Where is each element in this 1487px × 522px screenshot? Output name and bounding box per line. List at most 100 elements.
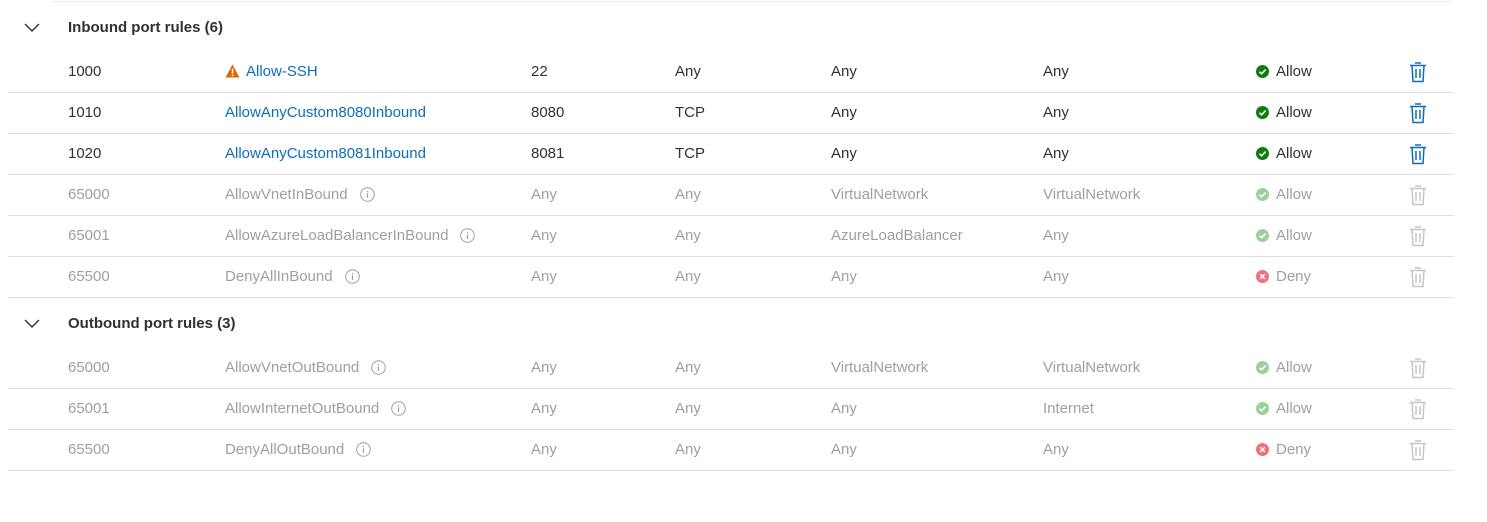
rule-port: 22	[531, 63, 548, 80]
rule-port: Any	[531, 186, 557, 203]
rule-row[interactable]: 1000 Allow-SSH 22 Any Any Any Allow	[8, 52, 1454, 93]
rule-name-cell: DenyAllOutBound	[225, 430, 372, 470]
rule-port: 8081	[531, 145, 565, 162]
rule-port: Any	[531, 227, 557, 244]
rule-action-label: Allow	[1276, 104, 1312, 121]
rule-source: AzureLoadBalancer	[831, 227, 963, 244]
delete-button	[1408, 257, 1428, 304]
rule-name-cell: AllowAzureLoadBalancerInBound	[225, 216, 476, 256]
rule-name-link: AllowAzureLoadBalancerInBound	[225, 227, 449, 244]
chevron-down-icon[interactable]	[22, 314, 42, 334]
trash-icon	[1408, 223, 1428, 247]
rule-source: Any	[831, 268, 857, 285]
rule-priority: 65000	[68, 186, 110, 203]
delete-button	[1408, 216, 1428, 263]
rule-destination: VirtualNetwork	[1043, 186, 1141, 203]
rule-name-cell[interactable]: AllowAnyCustom8080Inbound	[225, 93, 426, 133]
trash-icon[interactable]	[1408, 141, 1428, 165]
rule-port: 8080	[531, 104, 565, 121]
rule-name-link: AllowVnetOutBound	[225, 359, 360, 376]
rule-action: Allow	[1256, 134, 1312, 174]
rule-protocol: Any	[675, 227, 701, 244]
rule-action-label: Deny	[1276, 441, 1312, 458]
rule-protocol: Any	[675, 359, 701, 376]
rule-row: 65500 DenyAllOutBound Any Any Any Any Deny	[8, 430, 1454, 471]
rule-name-link[interactable]: AllowAnyCustom8081Inbound	[225, 145, 426, 162]
check-circle-icon	[1256, 177, 1269, 201]
check-circle-icon	[1256, 391, 1269, 415]
info-icon[interactable]	[356, 433, 372, 457]
rule-name-cell[interactable]: Allow-SSH	[225, 52, 318, 92]
rule-priority: 65000	[68, 359, 110, 376]
trash-icon[interactable]	[1408, 59, 1428, 83]
rule-port: Any	[531, 400, 557, 417]
info-icon[interactable]	[344, 260, 360, 284]
rule-priority: 65001	[68, 227, 110, 244]
rule-source: Any	[831, 145, 857, 162]
delete-button[interactable]	[1408, 134, 1428, 181]
check-circle-icon	[1256, 95, 1269, 119]
rule-row[interactable]: 1020 AllowAnyCustom8081Inbound 8081 TCP Any A…	[8, 134, 1454, 175]
rule-source: Any	[831, 441, 857, 458]
trash-icon	[1408, 396, 1428, 420]
info-icon[interactable]	[359, 178, 375, 202]
rule-protocol: Any	[675, 400, 701, 417]
rule-action: Allow	[1256, 175, 1312, 215]
rule-name-cell: AllowVnetInBound	[225, 175, 375, 215]
trash-icon	[1408, 182, 1428, 206]
delete-button[interactable]	[1408, 93, 1428, 140]
trash-icon	[1408, 264, 1428, 288]
rule-destination: Internet	[1043, 400, 1094, 417]
rule-destination: Any	[1043, 104, 1069, 121]
rule-destination: Any	[1043, 145, 1069, 162]
rule-source: VirtualNetwork	[831, 186, 929, 203]
rule-name-cell: AllowInternetOutBound	[225, 389, 407, 429]
outbound-rules-list: 65000 AllowVnetOutBound Any Any VirtualNetwo…	[8, 348, 1454, 471]
trash-icon	[1408, 437, 1428, 461]
rule-name-link[interactable]: Allow-SSH	[246, 63, 318, 80]
rule-priority: 1020	[68, 145, 102, 162]
delete-button[interactable]	[1408, 52, 1428, 99]
delete-button	[1408, 175, 1428, 222]
delete-button	[1408, 389, 1428, 436]
info-icon[interactable]	[371, 351, 387, 375]
info-icon[interactable]	[391, 392, 407, 416]
check-circle-icon	[1256, 54, 1269, 78]
rule-priority: 1010	[68, 104, 102, 121]
rule-source: Any	[831, 104, 857, 121]
rule-protocol: Any	[675, 63, 701, 80]
rule-port: Any	[531, 359, 557, 376]
rule-destination: Any	[1043, 63, 1069, 80]
rule-source: Any	[831, 400, 857, 417]
outbound-group-title: Outbound port rules (3)	[68, 315, 236, 332]
rule-row: 65000 AllowVnetInBound Any Any VirtualNetwor…	[8, 175, 1454, 216]
rule-row[interactable]: 1010 AllowAnyCustom8080Inbound 8080 TCP Any A…	[8, 93, 1454, 134]
rule-priority: 65001	[68, 400, 110, 417]
rule-action-label: Allow	[1276, 186, 1312, 203]
rule-protocol: TCP	[675, 145, 705, 162]
rule-protocol: Any	[675, 186, 701, 203]
trash-icon[interactable]	[1408, 100, 1428, 124]
inbound-group-header[interactable]: Inbound port rules (6)	[8, 8, 1454, 48]
info-icon[interactable]	[460, 219, 476, 243]
x-circle-icon	[1256, 259, 1269, 283]
rule-source: VirtualNetwork	[831, 359, 929, 376]
divider	[52, 1, 1450, 2]
rule-priority: 65500	[68, 268, 110, 285]
rule-action-label: Allow	[1276, 400, 1312, 417]
rule-action: Allow	[1256, 93, 1312, 133]
rule-name-link[interactable]: AllowAnyCustom8080Inbound	[225, 104, 426, 121]
outbound-group-header[interactable]: Outbound port rules (3)	[8, 304, 1454, 344]
rule-action-label: Allow	[1276, 227, 1312, 244]
rule-action: Allow	[1256, 348, 1312, 388]
rule-action: Allow	[1256, 52, 1312, 92]
rule-protocol: TCP	[675, 104, 705, 121]
rule-source: Any	[831, 63, 857, 80]
check-circle-icon	[1256, 218, 1269, 242]
rule-name-cell: DenyAllInBound	[225, 257, 360, 297]
rule-name-cell[interactable]: AllowAnyCustom8081Inbound	[225, 134, 426, 174]
rule-name-cell: AllowVnetOutBound	[225, 348, 387, 388]
chevron-down-icon[interactable]	[22, 18, 42, 38]
rule-name-link: DenyAllOutBound	[225, 441, 345, 458]
rule-action-label: Deny	[1276, 268, 1312, 285]
